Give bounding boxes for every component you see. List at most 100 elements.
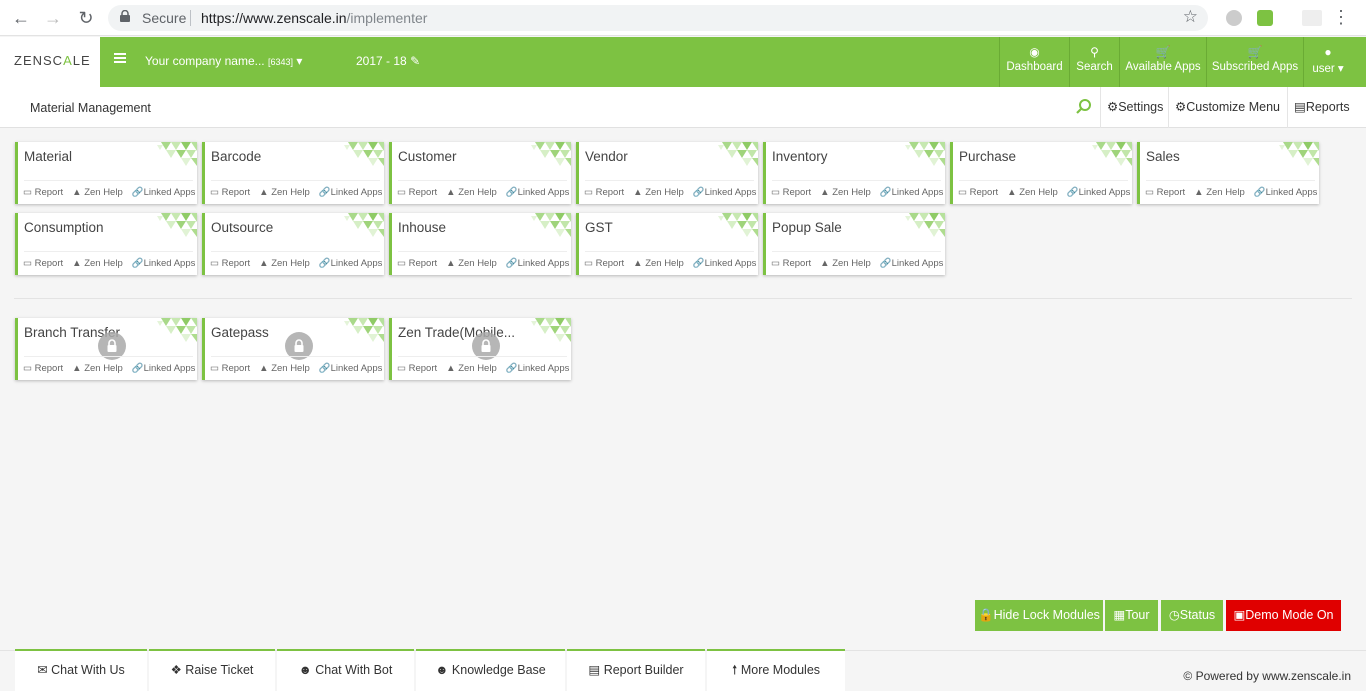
status-button[interactable]: ◷Status [1161, 600, 1223, 631]
zen-help-link[interactable]: ▲ Zen Help [259, 187, 310, 198]
settings-button[interactable]: ⚙Settings [1100, 87, 1168, 128]
zen-help-link-label: Zen Help [271, 363, 310, 374]
report-link[interactable]: ▭ Report [397, 363, 437, 374]
linked-apps-link[interactable]: 🔗Linked Apps [880, 187, 944, 198]
module-card[interactable]: Consumption ▭ Report ▲ Zen Help 🔗Linked App… [15, 213, 197, 275]
zen-help-link[interactable]: ▲ Zen Help [259, 363, 310, 374]
demo-mode-button[interactable]: ▣Demo Mode On [1226, 600, 1341, 631]
hamburger-menu-icon[interactable] [114, 53, 126, 63]
zen-help-link[interactable]: ▲ Zen Help [1194, 187, 1245, 198]
nav-dashboard[interactable]: ◉ Dashboard [999, 37, 1069, 87]
browser-menu-icon[interactable]: ⋮ [1332, 8, 1350, 26]
reports-label: Reports [1305, 100, 1350, 114]
report-link[interactable]: ▭ Report [23, 258, 63, 269]
hide-lock-modules-button[interactable]: 🔒Hide Lock Modules [975, 600, 1103, 631]
module-card[interactable]: Inhouse ▭ Report ▲ Zen Help 🔗Linked Apps [389, 213, 571, 275]
ticket-icon: ❖ [170, 663, 182, 677]
linked-apps-link[interactable]: 🔗Linked Apps [132, 363, 196, 374]
zen-help-link[interactable]: ▲ Zen Help [446, 363, 497, 374]
back-arrow-icon[interactable]: ← [9, 6, 33, 30]
module-card[interactable]: Customer ▭ Report ▲ Zen Help 🔗Linked Apps [389, 142, 571, 204]
linked-apps-link[interactable]: 🔗Linked Apps [506, 187, 570, 198]
linked-apps-link[interactable]: 🔗Linked Apps [693, 258, 757, 269]
report-link[interactable]: ▭ Report [1145, 187, 1185, 198]
report-link[interactable]: ▭ Report [958, 187, 998, 198]
linked-apps-link[interactable]: 🔗Linked Apps [132, 187, 196, 198]
module-card[interactable]: Inventory ▭ Report ▲ Zen Help 🔗Linked Apps [763, 142, 945, 204]
card-divider [585, 180, 754, 181]
module-card[interactable]: Material ▭ Report ▲ Zen Help 🔗Linked Apps [15, 142, 197, 204]
raise-ticket-tab[interactable]: ❖ Raise Ticket [149, 649, 275, 691]
linked-apps-link[interactable]: 🔗Linked Apps [319, 363, 383, 374]
zen-help-link[interactable]: ▲ Zen Help [633, 258, 684, 269]
linked-apps-link[interactable]: 🔗Linked Apps [880, 258, 944, 269]
zenscale-logo[interactable]: ZENSCALE [0, 37, 100, 87]
zen-help-link[interactable]: ▲ Zen Help [633, 187, 684, 198]
report-link[interactable]: ▭ Report [771, 258, 811, 269]
module-card[interactable]: Gatepass ▭ Report ▲ Zen Help 🔗Linked Apps [202, 318, 384, 380]
card-divider [24, 251, 193, 252]
module-card[interactable]: Purchase ▭ Report ▲ Zen Help 🔗Linked Apps [950, 142, 1132, 204]
report-link[interactable]: ▭ Report [210, 187, 250, 198]
chevron-down-icon: ▾ [296, 54, 303, 68]
zen-help-link[interactable]: ▲ Zen Help [72, 187, 123, 198]
zen-help-link[interactable]: ▲ Zen Help [446, 258, 497, 269]
module-card[interactable]: Outsource ▭ Report ▲ Zen Help 🔗Linked Apps [202, 213, 384, 275]
module-card[interactable]: Barcode ▭ Report ▲ Zen Help 🔗Linked Apps [202, 142, 384, 204]
search-icon[interactable] [1075, 98, 1092, 115]
report-link[interactable]: ▭ Report [23, 363, 63, 374]
report-link[interactable]: ▭ Report [397, 258, 437, 269]
linked-apps-link[interactable]: 🔗Linked Apps [319, 187, 383, 198]
document-icon: ▤ [1294, 100, 1306, 114]
extension-app-icon[interactable] [1257, 10, 1273, 26]
reports-button[interactable]: ▤Reports [1287, 87, 1357, 128]
nav-subscribed-apps[interactable]: 🛒 Subscribed Apps [1206, 37, 1303, 87]
module-card[interactable]: Zen Trade(Mobile... ▭ Report ▲ Zen Help 🔗Li… [389, 318, 571, 380]
reload-icon[interactable]: ↻ [74, 6, 98, 30]
zen-help-link[interactable]: ▲ Zen Help [820, 187, 871, 198]
module-card[interactable]: GST ▭ Report ▲ Zen Help 🔗Linked Apps [576, 213, 758, 275]
forward-arrow-icon[interactable]: → [41, 6, 65, 30]
linked-apps-link[interactable]: 🔗Linked Apps [319, 258, 383, 269]
zen-help-link[interactable]: ▲ Zen Help [446, 187, 497, 198]
nav-available-apps[interactable]: 🛒 Available Apps [1119, 37, 1206, 87]
nav-search[interactable]: ⚲ Search [1069, 37, 1119, 87]
report-link[interactable]: ▭ Report [584, 187, 624, 198]
linked-apps-link[interactable]: 🔗Linked Apps [506, 258, 570, 269]
knowledge-base-tab[interactable]: ☻ Knowledge Base [416, 649, 565, 691]
linked-apps-link[interactable]: 🔗Linked Apps [506, 363, 570, 374]
module-card[interactable]: Sales ▭ Report ▲ Zen Help 🔗Linked Apps [1137, 142, 1319, 204]
linked-apps-link[interactable]: 🔗Linked Apps [1067, 187, 1131, 198]
customize-menu-button[interactable]: ⚙Customize Menu [1168, 87, 1287, 128]
report-link[interactable]: ▭ Report [210, 363, 250, 374]
address-bar[interactable]: Secure https://www.zenscale.in/implement… [108, 5, 1208, 31]
tour-button[interactable]: ▦Tour [1105, 600, 1158, 631]
report-link[interactable]: ▭ Report [23, 187, 63, 198]
extension-zenscale-icon[interactable] [1302, 10, 1322, 26]
module-card[interactable]: Popup Sale ▭ Report ▲ Zen Help 🔗Linked Apps [763, 213, 945, 275]
chat-with-bot-tab[interactable]: ☻ Chat With Bot [277, 649, 414, 691]
extension-circle-icon[interactable] [1226, 10, 1242, 26]
report-builder-tab[interactable]: ▤ Report Builder [567, 649, 705, 691]
zen-help-link[interactable]: ▲ Zen Help [72, 363, 123, 374]
bookmark-star-icon[interactable]: ☆ [1183, 7, 1198, 27]
linked-apps-link[interactable]: 🔗Linked Apps [693, 187, 757, 198]
more-modules-tab[interactable]: 🠕 More Modules [707, 649, 845, 691]
nav-user[interactable]: ● user ▾ [1303, 37, 1352, 87]
zen-help-link[interactable]: ▲ Zen Help [72, 258, 123, 269]
linked-apps-link-label: Linked Apps [704, 258, 757, 269]
report-link[interactable]: ▭ Report [210, 258, 250, 269]
module-card[interactable]: Vendor ▭ Report ▲ Zen Help 🔗Linked Apps [576, 142, 758, 204]
report-link[interactable]: ▭ Report [771, 187, 811, 198]
company-selector[interactable]: Your company name... [6343] ▾ [145, 54, 302, 68]
module-card[interactable]: Branch Transfer ▭ Report ▲ Zen Help 🔗Linked… [15, 318, 197, 380]
report-link[interactable]: ▭ Report [397, 187, 437, 198]
zen-help-link[interactable]: ▲ Zen Help [820, 258, 871, 269]
chat-with-us-tab[interactable]: ✉ Chat With Us [15, 649, 147, 691]
financial-year[interactable]: 2017 - 18 ✎ [356, 54, 420, 68]
zen-help-link[interactable]: ▲ Zen Help [259, 258, 310, 269]
zen-help-link[interactable]: ▲ Zen Help [1007, 187, 1058, 198]
linked-apps-link[interactable]: 🔗Linked Apps [132, 258, 196, 269]
report-link[interactable]: ▭ Report [584, 258, 624, 269]
linked-apps-link[interactable]: 🔗Linked Apps [1254, 187, 1318, 198]
